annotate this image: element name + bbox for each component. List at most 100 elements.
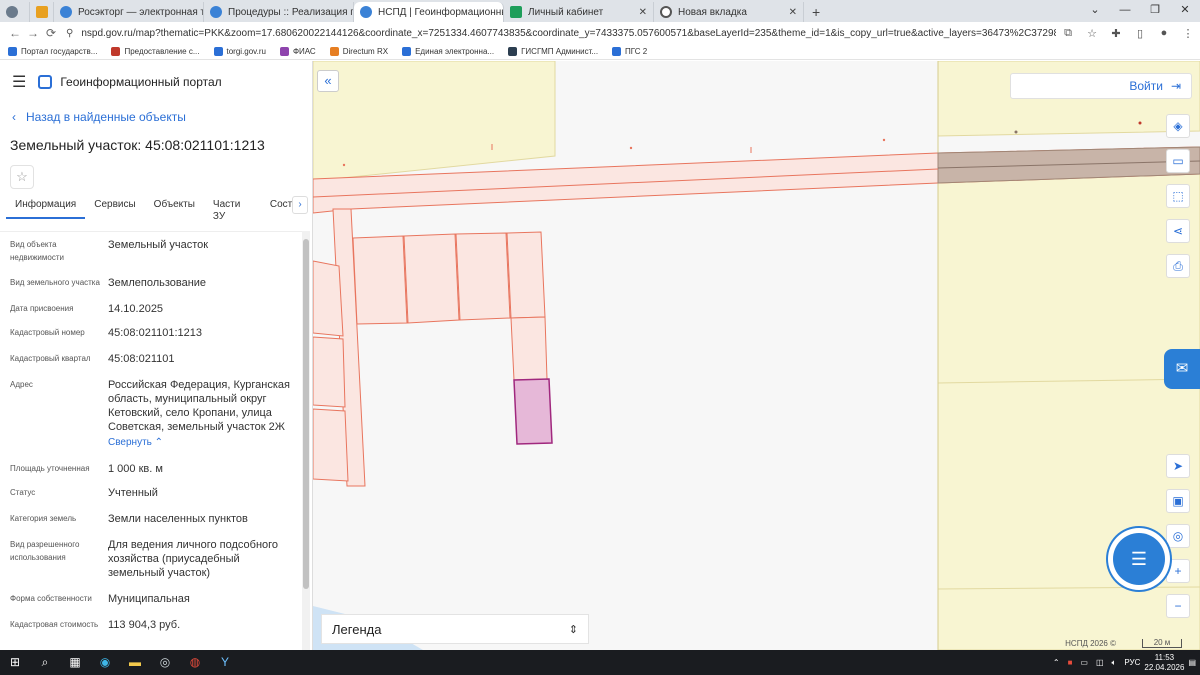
tab-objects[interactable]: Объекты <box>145 199 204 219</box>
print-tool-button[interactable]: ⎙ <box>1166 254 1190 278</box>
back-to-results-link[interactable]: ‹ Назад в найденные объекты <box>0 103 312 131</box>
zoom-in-button[interactable]: + <box>1166 559 1190 583</box>
url-text: nspd.gov.ru/map?thematic=PKK&zoom=17.680… <box>81 27 1056 39</box>
legend-dropdown[interactable]: Легенда ⇕ <box>321 614 589 644</box>
panel-scrollbar[interactable] <box>302 231 310 650</box>
layers-tool-button[interactable]: ◈ <box>1166 114 1190 138</box>
maximize-icon[interactable]: ❐ <box>1140 0 1170 22</box>
share-icon: ⋖ <box>1172 224 1184 238</box>
bookmark-item[interactable]: Единая электронна... <box>402 47 494 56</box>
windows-start-icon[interactable]: ⊞ <box>0 650 30 675</box>
volume-icon[interactable]: 🔈︎ <box>1112 658 1117 668</box>
close-icon[interactable]: ✕ <box>1170 0 1200 22</box>
browser-tab[interactable]: Процедуры :: Реализация госи✕ <box>204 2 354 22</box>
language-indicator[interactable]: РУС <box>1124 658 1140 667</box>
chat-bubble-icon: ☰ <box>1130 549 1148 569</box>
new-tab-button[interactable]: + <box>804 2 828 22</box>
print-icon: ⎙ <box>1173 259 1183 273</box>
close-icon[interactable]: ✕ <box>783 7 797 18</box>
search-location-button[interactable]: ◎ <box>1166 524 1190 548</box>
chat-tab-button[interactable]: ✉ <box>1164 349 1200 389</box>
browser-tab-title: Личный кабинет <box>528 6 604 18</box>
tab-services[interactable]: Сервисы <box>85 199 144 219</box>
bookmark-item[interactable]: ПГС 2 <box>612 47 647 56</box>
property-row: Адрес Российская Федерация, Курганская о… <box>0 378 302 450</box>
plus-icon: + <box>1174 564 1182 578</box>
select-tool-button[interactable]: ⬚ <box>1166 184 1190 208</box>
chevron-updown-icon: ⇕ <box>568 623 578 636</box>
tabs-scroll-right-icon[interactable]: › <box>292 196 308 214</box>
browser-tab[interactable]: Личный кабинет ✕ <box>504 2 654 22</box>
search-location-icon: ◎ <box>1172 529 1184 543</box>
map-view[interactable]: « Войти ⇥ ◈ ▭ ⬚ ⋖ ⎙ ✉ ➤ ▣ ◎ + − ☰ Легенда… <box>313 61 1200 650</box>
browser-tab[interactable]: Росэкторг — электронная торг✕ <box>54 2 204 22</box>
zoom-out-button[interactable]: − <box>1166 594 1190 618</box>
profile-icon[interactable]: ● <box>1152 27 1176 39</box>
clock[interactable]: 11:53 22.04.2026 <box>1144 653 1184 673</box>
tab-information[interactable]: Информация <box>6 199 86 219</box>
property-key: Адрес <box>10 380 33 389</box>
browser-tab[interactable] <box>0 2 30 22</box>
land-parcel <box>510 316 548 381</box>
browser-tab[interactable] <box>30 2 54 22</box>
collapse-panel-button[interactable]: « <box>317 70 339 92</box>
bookmark-item[interactable]: Предоставление с... <box>111 47 200 56</box>
site-info-icon[interactable]: ⚲ <box>66 28 73 39</box>
file-explorer-icon[interactable]: ▬ <box>120 650 150 675</box>
task-view-icon[interactable]: ▦ <box>60 650 90 675</box>
extensions-icon[interactable]: ✚ <box>1104 27 1128 40</box>
favorite-star-icon[interactable]: ☆ <box>10 165 34 189</box>
property-key: Статус <box>10 488 36 497</box>
close-icon[interactable]: ✕ <box>633 7 647 18</box>
sidebar-icon[interactable]: ▯ <box>1128 27 1152 40</box>
notifications-icon[interactable]: ▤ <box>1188 658 1196 667</box>
monitor-icon[interactable]: ▭ <box>1080 658 1088 667</box>
browser-tab-strip: Росэкторг — электронная торг✕ Процедуры … <box>0 0 1200 22</box>
locate-button[interactable]: ➤ <box>1166 454 1190 478</box>
reload-icon[interactable]: ⟳ <box>42 26 60 40</box>
scrollbar-thumb[interactable] <box>303 239 309 589</box>
property-row: Статус Учтенный <box>0 486 302 500</box>
bookmark-item[interactable]: torgi.gov.ru <box>213 47 266 56</box>
yandex-browser-icon[interactable]: Y <box>210 650 240 675</box>
hamburger-menu-icon[interactable]: ☰ <box>12 72 26 92</box>
browser-tab-active[interactable]: НСПД | Геоинформационный п✕ <box>354 2 504 22</box>
collapse-link[interactable]: Свернуть ⌃ <box>108 436 163 450</box>
basemap-button[interactable]: ▣ <box>1166 489 1190 513</box>
share-icon[interactable]: ⧉ <box>1056 27 1080 40</box>
bookmark-item[interactable]: ГИСГМП Админист... <box>508 47 598 56</box>
chevron-up-icon[interactable]: ⌃ <box>1053 658 1060 667</box>
forward-arrow-icon[interactable]: → <box>24 26 42 40</box>
bookmark-item[interactable]: Портал государств... <box>8 47 97 56</box>
edge-browser-icon[interactable]: ◉ <box>90 650 120 675</box>
antivirus-icon[interactable]: ■ <box>1068 658 1073 667</box>
browser-tab-title: Процедуры :: Реализация госи <box>228 6 354 18</box>
land-parcel <box>506 231 546 319</box>
share-tool-button[interactable]: ⋖ <box>1166 219 1190 243</box>
property-value: Земли населенных пунктов <box>108 513 248 525</box>
globe-icon <box>6 6 18 18</box>
property-key: Вид разрешенного использования <box>10 540 80 562</box>
login-button[interactable]: Войти ⇥ <box>1010 73 1192 99</box>
browser-tab[interactable]: Новая вкладка ✕ <box>654 2 804 22</box>
network-icon[interactable]: ◫ <box>1096 658 1104 667</box>
url-field[interactable]: ⚲ nspd.gov.ru/map?thematic=PKK&zoom=17.6… <box>66 24 1056 42</box>
chrome-icon[interactable]: ◍ <box>180 650 210 675</box>
minimize-icon[interactable]: — <box>1110 0 1140 22</box>
search-icon[interactable]: ⌕ <box>30 650 60 675</box>
bookmark-item[interactable]: ФИАС <box>279 47 316 56</box>
tab-parts[interactable]: Части ЗУ <box>204 199 261 222</box>
assistant-chat-button[interactable]: ☰ <box>1113 533 1165 585</box>
menu-dots-icon[interactable]: ⋮ <box>1176 27 1200 40</box>
star-icon[interactable]: ☆ <box>1080 27 1104 40</box>
back-arrow-icon[interactable]: ← <box>6 26 24 40</box>
selected-parcel[interactable] <box>513 378 553 445</box>
bookmark-item[interactable]: Directum RX <box>329 47 388 56</box>
layers-icon: ◈ <box>1173 119 1183 133</box>
property-row: Площадь уточненная 1 000 кв. м <box>0 462 302 476</box>
ruler-tool-button[interactable]: ▭ <box>1166 149 1190 173</box>
chevron-down-icon[interactable]: ⌄ <box>1080 0 1110 22</box>
window-controls: ⌄ — ❐ ✕ <box>1080 0 1200 22</box>
chrome-taskbar-icon[interactable]: ◎ <box>150 650 180 675</box>
land-parcel <box>313 336 346 408</box>
